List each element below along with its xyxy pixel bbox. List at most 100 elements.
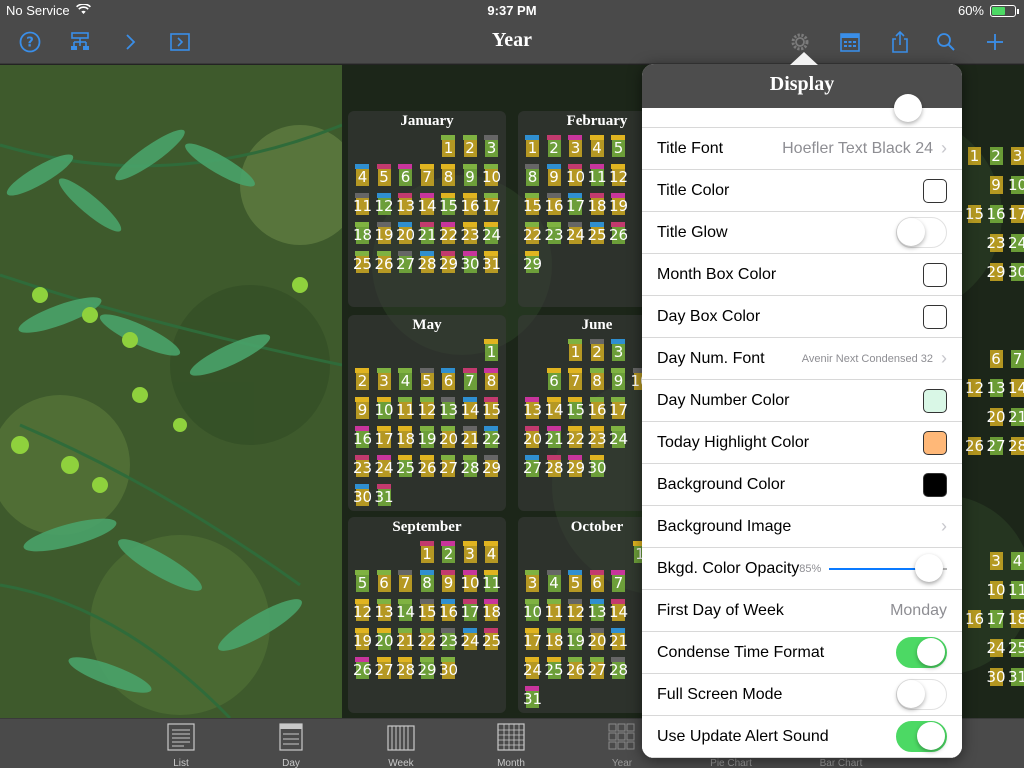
day-cell[interactable]: 6 (374, 570, 395, 596)
tab-list[interactable]: List (141, 719, 221, 768)
day-cell[interactable]: 16 (460, 193, 481, 219)
day-cell[interactable]: 7 (460, 368, 481, 394)
month-box-may[interactable]: May 1 2 3 4 5 6 7 8 9 10 11 12 13 14 15 16 17 18 19 20 21 22 23… (348, 315, 506, 511)
day-cell[interactable]: 11 (544, 599, 565, 625)
day-cell[interactable]: 23 (352, 455, 373, 481)
day-cell[interactable]: 25 (587, 222, 608, 248)
day-cell[interactable]: 29 (481, 455, 502, 481)
day-cell[interactable]: 22 (438, 222, 459, 248)
day-cell[interactable]: 26 (964, 433, 985, 459)
setting-row-day-box-color[interactable]: Day Box Color (642, 296, 962, 338)
day-cell[interactable]: 6 (544, 368, 565, 394)
day-cell[interactable]: 1 (522, 135, 543, 161)
setting-row-full-screen-mode[interactable]: Full Screen Mode (642, 674, 962, 716)
day-cell[interactable]: 9 (544, 164, 565, 190)
day-cell[interactable]: 5 (374, 164, 395, 190)
day-cell[interactable]: 6 (986, 346, 1007, 372)
day-cell[interactable]: 16 (964, 606, 985, 632)
day-cell[interactable]: 1 (438, 135, 459, 161)
hierarchy-button[interactable] (66, 28, 94, 56)
day-cell[interactable]: 7 (565, 368, 586, 394)
day-cell[interactable]: 18 (587, 193, 608, 219)
day-cell[interactable]: 15 (565, 397, 586, 423)
day-cell[interactable]: 9 (986, 172, 1007, 198)
day-cell[interactable]: 26 (608, 222, 629, 248)
day-cell[interactable]: 4 (544, 570, 565, 596)
day-cell[interactable]: 20 (587, 628, 608, 654)
day-cell[interactable]: 25 (395, 455, 416, 481)
day-cell[interactable]: 3 (1007, 143, 1024, 169)
day-cell[interactable]: 13 (587, 599, 608, 625)
day-cell[interactable]: 10 (374, 397, 395, 423)
day-cell[interactable]: 27 (522, 455, 543, 481)
day-cell[interactable]: 23 (438, 628, 459, 654)
day-cell[interactable]: 5 (608, 135, 629, 161)
day-cell[interactable]: 10 (986, 577, 1007, 603)
day-cell[interactable]: 11 (587, 164, 608, 190)
day-cell[interactable]: 30 (460, 251, 481, 277)
day-cell[interactable]: 31 (481, 251, 502, 277)
forward-button[interactable] (116, 28, 144, 56)
day-cell[interactable]: 18 (1007, 606, 1024, 632)
day-cell[interactable]: 5 (417, 368, 438, 394)
month-box-september[interactable]: September 1 2 3 4 5 6 7 8 9 10 11 12 13 14 15 16 17 18 19 20… (348, 517, 506, 713)
search-button[interactable] (932, 28, 960, 56)
day-cell[interactable]: 2 (352, 368, 373, 394)
day-cell[interactable]: 8 (587, 368, 608, 394)
day-cell[interactable]: 12 (374, 193, 395, 219)
setting-row-today-highlight-color[interactable]: Today Highlight Color (642, 422, 962, 464)
day-cell[interactable]: 1 (565, 339, 586, 365)
day-cell[interactable]: 27 (438, 455, 459, 481)
day-cell[interactable]: 22 (522, 222, 543, 248)
day-cell[interactable]: 17 (1007, 201, 1024, 227)
color-swatch[interactable] (923, 262, 947, 287)
toggle-switch[interactable] (896, 679, 947, 710)
setting-row-use-update-alert-sound[interactable]: Use Update Alert Sound (642, 716, 962, 758)
day-cell[interactable]: 8 (522, 164, 543, 190)
day-cell[interactable]: 2 (544, 135, 565, 161)
day-cell[interactable]: 2 (438, 541, 459, 567)
day-cell[interactable]: 20 (374, 628, 395, 654)
day-cell[interactable]: 31 (522, 686, 543, 712)
day-cell[interactable]: 18 (544, 628, 565, 654)
day-cell[interactable]: 26 (352, 657, 373, 683)
day-cell[interactable]: 24 (986, 635, 1007, 661)
setting-row-first-day-of-week[interactable]: First Day of Week Monday (642, 590, 962, 632)
setting-row-bkgd-color-opacity[interactable]: Bkgd. Color Opacity 85% (642, 548, 962, 590)
color-swatch[interactable] (923, 304, 947, 329)
day-cell[interactable]: 14 (1007, 375, 1024, 401)
setting-row-title-glow[interactable]: Title Glow (642, 212, 962, 254)
day-cell[interactable]: 20 (522, 426, 543, 452)
day-cell[interactable]: 5 (565, 570, 586, 596)
day-cell[interactable]: 27 (587, 657, 608, 683)
day-cell[interactable]: 21 (608, 628, 629, 654)
day-cell[interactable]: 5 (352, 570, 373, 596)
day-cell[interactable]: 22 (481, 426, 502, 452)
day-cell[interactable]: 3 (481, 135, 502, 161)
day-cell[interactable]: 20 (395, 222, 416, 248)
day-cell[interactable]: 6 (438, 368, 459, 394)
day-cell[interactable]: 29 (438, 251, 459, 277)
day-cell[interactable]: 24 (565, 222, 586, 248)
day-cell[interactable]: 28 (417, 251, 438, 277)
day-cell[interactable]: 4 (1007, 548, 1024, 574)
day-cell[interactable]: 20 (438, 426, 459, 452)
day-cell[interactable]: 7 (1007, 346, 1024, 372)
help-button[interactable]: ? (16, 28, 44, 56)
day-cell[interactable]: 15 (964, 201, 985, 227)
day-cell[interactable]: 7 (417, 164, 438, 190)
slider-thumb[interactable] (915, 553, 944, 582)
day-cell[interactable]: 10 (460, 570, 481, 596)
tab-day[interactable]: Day (251, 719, 331, 768)
day-cell[interactable]: 28 (1007, 433, 1024, 459)
day-cell[interactable]: 21 (395, 628, 416, 654)
setting-row-title-font[interactable]: Title Font Hoefler Text Black 24 › (642, 128, 962, 170)
day-cell[interactable]: 8 (417, 570, 438, 596)
day-cell[interactable]: 18 (395, 426, 416, 452)
day-cell[interactable]: 16 (352, 426, 373, 452)
day-cell[interactable]: 11 (1007, 577, 1024, 603)
day-cell[interactable]: 29 (565, 455, 586, 481)
day-cell[interactable]: 23 (544, 222, 565, 248)
day-cell[interactable]: 12 (608, 164, 629, 190)
day-cell[interactable]: 4 (481, 541, 502, 567)
